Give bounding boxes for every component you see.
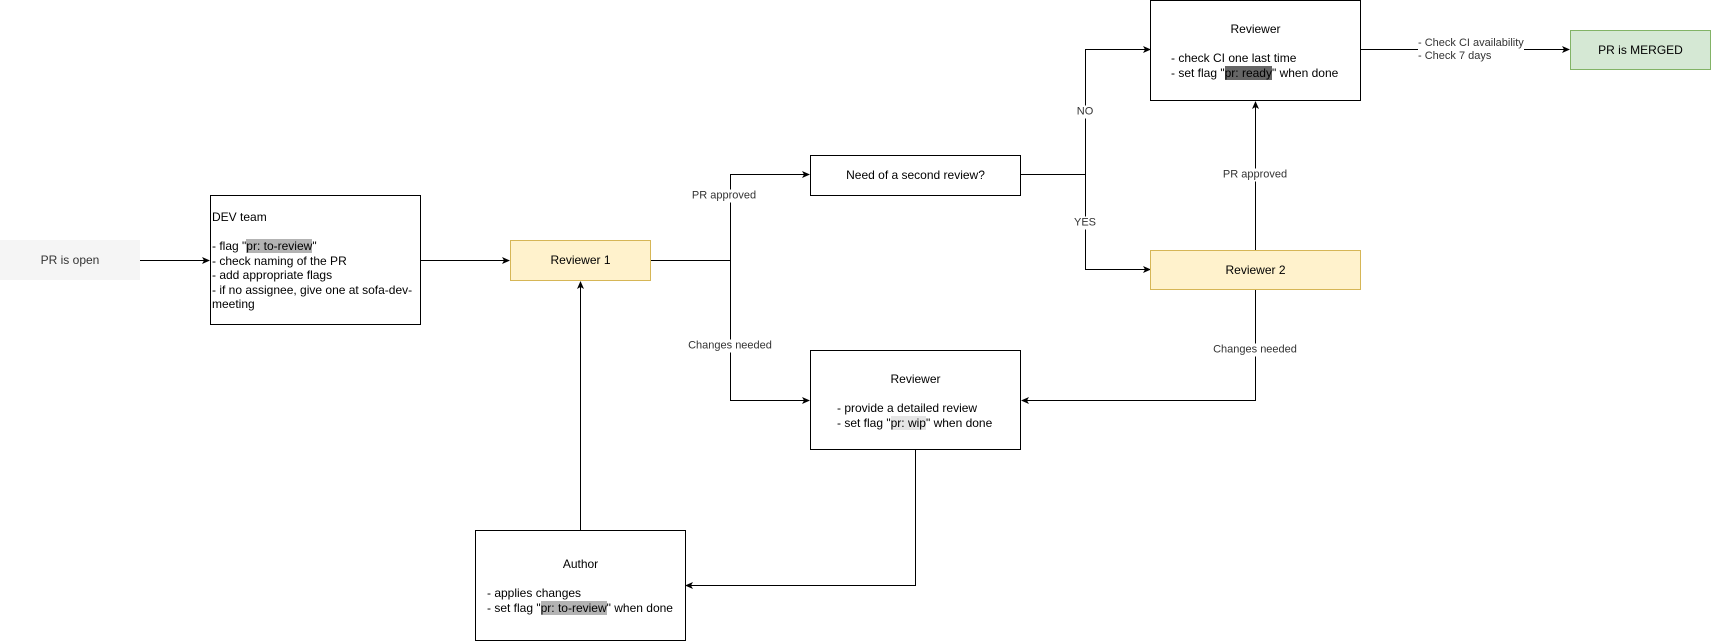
dev-team-line-1: - flag "pr: to-review" [212, 239, 317, 253]
merge-check-ci: - Check CI availability [1418, 37, 1524, 50]
node-pr-open-label: PR is open [40, 252, 100, 267]
edge-label-r2-approved: PR approved [1221, 168, 1289, 182]
flag-wip-tag: pr: wip [890, 415, 926, 430]
dev-team-line-4: - if no assignee, give one at sofa-dev- [212, 282, 413, 297]
node-author[interactable]: Author - applies changes - set flag "pr:… [475, 530, 686, 641]
edge-label-merge-checks: - Check CI availability - Check 7 days [1417, 37, 1525, 63]
pr-merged-label: PR is MERGED [1598, 42, 1683, 57]
reviewer-detailed-line-1: - provide a detailed review [837, 401, 978, 415]
author-line-1: - applies changes [487, 586, 582, 600]
edge-label-r2-changes: Changes needed [1212, 343, 1298, 357]
author-line-2: - set flag "pr: to-review" when done [487, 600, 673, 615]
node-pr-merged[interactable]: PR is MERGED [1570, 30, 1711, 70]
reviewer-detailed-line-2: - set flag "pr: wip" when done [837, 415, 993, 430]
author-title: Author [562, 557, 599, 571]
flag-ready-tag: pr: ready [1224, 65, 1272, 80]
edge-reviewer1-changes [730, 260, 810, 404]
reviewer-detailed-title: Reviewer [890, 372, 941, 386]
edge-detailed-to-author [685, 450, 916, 589]
dev-team-line-2: - check naming of the PR [212, 253, 347, 268]
node-dev-team[interactable]: DEV team - flag "pr: to-review" - check … [210, 195, 421, 325]
edge-label-r1-approved: PR approved [690, 189, 758, 203]
edge-label-no: NO [1075, 105, 1095, 119]
edge-reviewer1-approved [651, 171, 810, 261]
node-reviewer-detailed[interactable]: Reviewer - provide a detailed review - s… [810, 350, 1021, 450]
dev-team-line-3: - add appropriate flags [212, 268, 333, 282]
node-second-review-decision[interactable]: Need of a second review? [810, 155, 1021, 196]
reviewer-1-label: Reviewer 1 [550, 253, 611, 268]
node-pr-open[interactable]: PR is open [0, 240, 140, 280]
dev-team-title: DEV team [212, 210, 267, 224]
edge-label-yes: YES [1072, 216, 1098, 230]
dev-team-line-5: meeting [212, 297, 255, 311]
node-reviewer-1[interactable]: Reviewer 1 [510, 240, 651, 281]
edge-label-r1-changes: Changes needed [687, 339, 773, 353]
node-reviewer-final[interactable]: Reviewer - check CI one last time - set … [1150, 0, 1361, 101]
reviewer-final-line-1: - check CI one last time [1171, 51, 1297, 65]
flag-to-review-tag: pr: to-review [246, 239, 313, 253]
flag-to-review-tag: pr: to-review [540, 600, 607, 615]
merge-check-days: - Check 7 days [1418, 50, 1524, 63]
second-review-label: Need of a second review? [846, 168, 985, 183]
reviewer-final-line-2: - set flag "pr: ready" when done [1171, 65, 1339, 80]
node-reviewer-2[interactable]: Reviewer 2 [1150, 250, 1361, 290]
reviewer-final-title: Reviewer [1230, 22, 1281, 36]
reviewer-2-label: Reviewer 2 [1225, 262, 1286, 277]
